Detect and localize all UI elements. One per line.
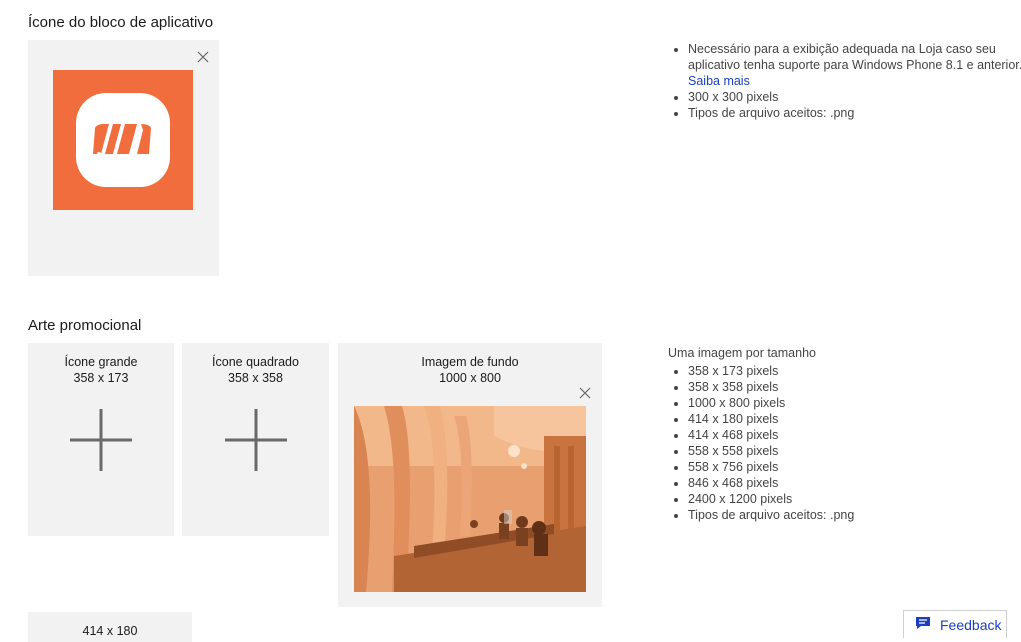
promo-info-item: 558 x 558 pixels xyxy=(688,443,988,459)
background-image-preview xyxy=(354,406,586,592)
tile-icon-slot[interactable] xyxy=(28,40,219,276)
app-logo-icon xyxy=(76,93,170,187)
tile-section-title: Ícone do bloco de aplicativo xyxy=(28,14,214,31)
remove-background-image-button[interactable] xyxy=(578,386,592,400)
promo-info-list: 358 x 173 pixels 358 x 358 pixels 1000 x… xyxy=(668,363,988,523)
add-image-button[interactable] xyxy=(225,409,287,471)
plus-icon xyxy=(70,409,132,471)
promo-slot-background-image[interactable]: Imagem de fundo 1000 x 800 xyxy=(338,343,602,607)
slot-size: 358 x 173 xyxy=(73,371,129,385)
promo-info-item: Tipos de arquivo aceitos: .png xyxy=(688,507,988,523)
slot-size: 1000 x 800 xyxy=(439,371,501,385)
plus-icon xyxy=(225,409,287,471)
slot-label: Ícone grande xyxy=(64,355,138,369)
chat-bubble-icon xyxy=(915,616,931,633)
promo-info-item: 2400 x 1200 pixels xyxy=(688,491,988,507)
close-icon xyxy=(197,51,209,63)
promo-section-title: Arte promocional xyxy=(28,317,142,334)
feedback-button[interactable]: Feedback xyxy=(903,610,1007,638)
app-tile-image xyxy=(53,70,193,210)
promo-info-item: 358 x 358 pixels xyxy=(688,379,988,395)
promo-slot-large-icon[interactable]: Ícone grande 358 x 173 xyxy=(28,343,174,536)
office-photo-image xyxy=(354,406,586,592)
close-icon xyxy=(579,387,591,399)
promo-info-item: 414 x 180 pixels xyxy=(688,411,988,427)
slot-label: Imagem de fundo xyxy=(421,355,519,369)
promo-info-item: 846 x 468 pixels xyxy=(688,475,988,491)
promo-info-item: 414 x 468 pixels xyxy=(688,427,988,443)
tile-info-size: 300 x 300 pixels xyxy=(688,89,1021,105)
promo-info-item: 558 x 756 pixels xyxy=(688,459,988,475)
remove-tile-icon-button[interactable] xyxy=(196,50,210,64)
tile-info-requirement: Necessário para a exibição adequada na L… xyxy=(688,41,1021,89)
promo-info-item: 1000 x 800 pixels xyxy=(688,395,988,411)
add-image-button[interactable] xyxy=(70,409,132,471)
slot-size: 414 x 180 xyxy=(82,624,138,638)
promo-info-item: 358 x 173 pixels xyxy=(688,363,988,379)
promo-info-heading: Uma imagem por tamanho xyxy=(668,346,816,360)
promo-slot-square-icon[interactable]: Ícone quadrado 358 x 358 xyxy=(182,343,329,536)
slot-label: Ícone quadrado xyxy=(212,355,299,369)
feedback-label: Feedback xyxy=(940,616,1002,633)
tile-info-list: Necessário para a exibição adequada na L… xyxy=(668,41,1021,121)
learn-more-link[interactable]: Saiba mais xyxy=(688,74,750,88)
tile-info-filetype: Tipos de arquivo aceitos: .png xyxy=(688,105,1021,121)
slot-size: 358 x 358 xyxy=(228,371,283,385)
promo-slot-414x180[interactable]: 414 x 180 xyxy=(28,612,192,642)
